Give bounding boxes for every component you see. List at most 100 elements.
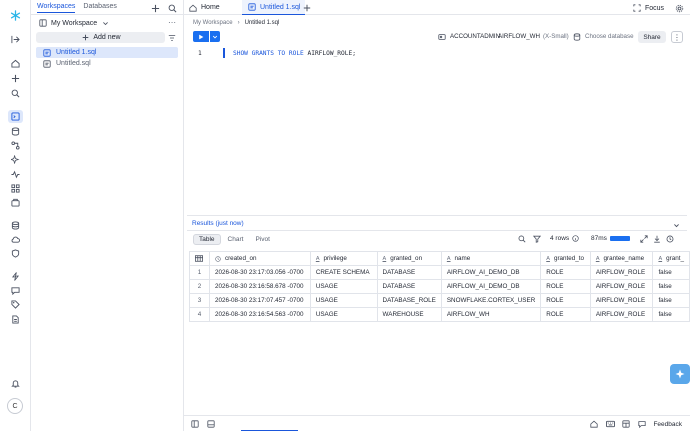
database-icon[interactable] <box>10 220 21 231</box>
column-header-granted-on[interactable]: Agranted_on <box>376 251 442 266</box>
results-title[interactable]: Results (just now) <box>192 220 244 227</box>
marketplace-icon[interactable] <box>10 183 21 194</box>
lightning-icon[interactable] <box>10 271 21 282</box>
focus-mode-button[interactable]: Focus <box>632 3 664 13</box>
feedback-link[interactable]: Feedback <box>653 421 682 428</box>
file-item-untitled[interactable]: Untitled.sql <box>36 58 178 69</box>
table-cell[interactable]: SNOWFLAKE.CORTEX_USER <box>440 293 542 308</box>
projects-icon[interactable] <box>8 110 23 123</box>
settings-gear-icon[interactable] <box>674 3 684 13</box>
data-products-icon[interactable] <box>10 140 21 151</box>
table-cell[interactable]: USAGE <box>309 307 378 322</box>
file-item-untitled-1[interactable]: Untitled 1.sql <box>36 47 178 58</box>
filter-icon[interactable] <box>533 235 541 243</box>
table-cell[interactable]: AIRFLOW_WH <box>440 307 542 322</box>
table-cell[interactable]: 2026-08-30 23:16:58.678 -0700 <box>208 279 311 294</box>
document-icon[interactable] <box>10 314 21 325</box>
run-options-button[interactable] <box>210 31 220 42</box>
history-icon[interactable] <box>666 235 674 243</box>
table-cell[interactable]: AIRFLOW_ROLE <box>589 307 654 322</box>
plus-icon[interactable] <box>150 3 160 13</box>
notifications-bell-icon[interactable] <box>10 378 21 389</box>
expand-icon[interactable] <box>640 235 648 243</box>
table-row[interactable]: 2 2026-08-30 23:16:58.678 -0700 USAGE DA… <box>189 279 690 294</box>
more-options-button[interactable]: ⋮ <box>671 31 683 43</box>
table-row[interactable]: 1 2026-08-30 23:17:03.056 -0700 CREATE S… <box>189 265 690 280</box>
create-icon[interactable] <box>10 73 21 84</box>
table-cell[interactable]: ROLE <box>540 265 591 280</box>
tag-icon[interactable] <box>10 299 21 310</box>
column-header-granted-to[interactable]: Agranted_to <box>540 251 591 266</box>
view-table-button[interactable]: Table <box>193 234 221 245</box>
role-selector[interactable]: ACCOUNTADMIN <box>437 31 500 42</box>
add-new-button[interactable]: Add new <box>36 32 165 43</box>
shield-icon[interactable] <box>10 248 21 259</box>
ai-ml-icon[interactable] <box>10 154 21 165</box>
snowflake-logo-icon[interactable] <box>10 10 21 21</box>
table-cell[interactable]: DATABASE <box>376 279 442 294</box>
table-cell[interactable]: ROLE <box>540 307 591 322</box>
admin-icon[interactable] <box>10 197 21 208</box>
user-avatar[interactable]: C <box>7 398 23 414</box>
workspace-selector[interactable]: My Workspace <box>38 18 110 28</box>
table-row[interactable]: 4 2026-08-30 23:16:54.563 -0700 USAGE WA… <box>189 307 690 322</box>
layout-icon[interactable] <box>621 419 631 429</box>
column-header-name[interactable]: Aname <box>440 251 542 266</box>
table-cell[interactable]: USAGE <box>309 293 378 308</box>
table-cell[interactable]: false <box>652 265 690 280</box>
keyboard-icon[interactable] <box>605 419 615 429</box>
table-cell[interactable]: DATABASE_ROLE <box>376 293 442 308</box>
new-tab-button[interactable] <box>302 0 312 15</box>
tab-databases[interactable]: Databases <box>83 3 116 13</box>
view-pivot-button[interactable]: Pivot <box>250 234 274 245</box>
table-cell[interactable]: false <box>652 307 690 322</box>
sort-icon[interactable] <box>167 33 177 43</box>
tab-home[interactable]: Home <box>188 0 220 15</box>
table-cell[interactable]: DATABASE <box>376 265 442 280</box>
table-cell[interactable]: 2026-08-30 23:17:07.457 -0700 <box>208 293 311 308</box>
table-cell[interactable]: ROLE <box>540 293 591 308</box>
home-icon[interactable] <box>10 58 21 69</box>
tab-workspaces[interactable]: Workspaces <box>37 3 76 13</box>
view-chart-button[interactable]: Chart <box>223 234 249 245</box>
database-selector[interactable]: Choose database <box>572 31 634 42</box>
expand-panel-icon[interactable] <box>10 34 21 45</box>
collapse-results-chevron-icon[interactable] <box>671 220 681 230</box>
tab-untitled-1[interactable]: Untitled 1.sql <box>242 0 306 15</box>
table-row[interactable]: 3 2026-08-30 23:17:07.457 -0700 USAGE DA… <box>189 293 690 308</box>
table-cell[interactable]: 2026-08-30 23:17:03.056 -0700 <box>208 265 311 280</box>
share-button[interactable]: Share <box>638 31 666 43</box>
column-header-privilege[interactable]: Aprivilege <box>309 251 378 266</box>
breadcrumb-parent[interactable]: My Workspace <box>193 20 233 26</box>
chat-icon[interactable] <box>10 285 21 296</box>
table-cell[interactable]: AIRFLOW_ROLE <box>589 265 654 280</box>
table-cell[interactable]: CREATE SCHEMA <box>309 265 378 280</box>
data-icon[interactable] <box>10 126 21 137</box>
table-cell[interactable]: false <box>652 293 690 308</box>
search-icon[interactable] <box>10 88 21 99</box>
results-pane-toggle-icon[interactable] <box>206 419 216 429</box>
table-cell[interactable]: AIRFLOW_AI_DEMO_DB <box>440 279 542 294</box>
warehouse-selector[interactable]: AIRFLOW_WH (X-Small) <box>498 31 569 42</box>
sidebar-toggle-icon[interactable] <box>190 419 200 429</box>
download-icon[interactable] <box>653 235 661 243</box>
column-header-grant-option[interactable]: Agrant_ <box>652 251 690 266</box>
table-cell[interactable]: WAREHOUSE <box>376 307 442 322</box>
assistant-button[interactable] <box>670 364 690 384</box>
table-cell[interactable]: 2026-08-30 23:16:54.563 -0700 <box>208 307 311 322</box>
column-header-grantee-name[interactable]: Agrantee_name <box>589 251 654 266</box>
results-search-icon[interactable] <box>518 235 526 243</box>
search-icon[interactable] <box>167 3 177 13</box>
workspace-more-menu[interactable]: ⋯ <box>168 18 176 27</box>
breadcrumb-current[interactable]: Untitled 1.sql <box>245 20 280 26</box>
run-button[interactable] <box>193 31 209 42</box>
table-cell[interactable]: USAGE <box>309 279 378 294</box>
home-icon[interactable] <box>589 419 599 429</box>
table-cell[interactable]: false <box>652 279 690 294</box>
table-cell[interactable]: AIRFLOW_ROLE <box>589 279 654 294</box>
table-cell[interactable]: AIRFLOW_AI_DEMO_DB <box>440 265 542 280</box>
table-cell[interactable]: AIRFLOW_ROLE <box>589 293 654 308</box>
sql-editor[interactable]: SHOW GRANTS TO ROLE AIRFLOW_ROLE; <box>233 50 356 57</box>
column-header-created-on[interactable]: created_on <box>208 251 311 266</box>
table-cell[interactable]: ROLE <box>540 279 591 294</box>
